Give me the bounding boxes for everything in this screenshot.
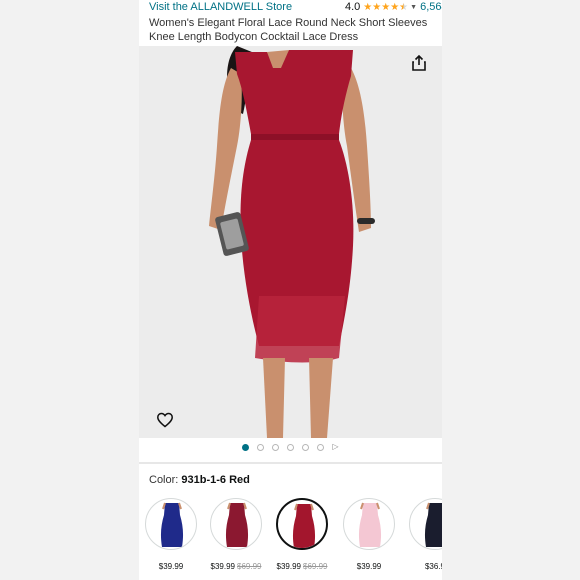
color-swatch[interactable]: $39.99 $69.99 bbox=[208, 498, 264, 571]
product-image[interactable] bbox=[139, 46, 442, 438]
pagination-dot[interactable] bbox=[272, 443, 280, 451]
swatch-price: $39.99 bbox=[143, 562, 199, 571]
color-swatch[interactable]: $39.99 bbox=[143, 498, 199, 571]
swatch-price: $39.99 $69.99 bbox=[208, 562, 264, 571]
star-icon: ★ bbox=[381, 1, 391, 13]
swatch-thumbnail bbox=[210, 498, 262, 550]
rating-summary[interactable]: 4.0 ★ ★ ★ ★ ★ ▼ 6,564 bbox=[345, 1, 442, 13]
swatch-price: $39.99 bbox=[341, 562, 397, 571]
image-pagination: ▷ bbox=[139, 441, 442, 453]
swatch-original-price: $69.99 bbox=[303, 562, 328, 571]
half-star-icon: ★ bbox=[399, 1, 409, 13]
swatch-current-price: $39.99 bbox=[356, 562, 382, 571]
color-label: Color: bbox=[149, 474, 179, 486]
dress-photo bbox=[209, 46, 375, 438]
star-rating: ★ ★ ★ ★ ★ bbox=[363, 2, 408, 13]
divider bbox=[139, 462, 442, 464]
swatch-price: $36.9 bbox=[407, 562, 442, 571]
review-count-link[interactable]: 6,564 bbox=[420, 1, 442, 13]
color-swatch[interactable]: $36.9 bbox=[407, 498, 442, 571]
swatch-current-price: $36.9 bbox=[424, 562, 442, 571]
swatch-current-price: $39.99 bbox=[276, 562, 301, 571]
share-button[interactable] bbox=[410, 54, 428, 72]
pagination-dot[interactable] bbox=[287, 443, 295, 451]
swatch-thumbnail bbox=[145, 498, 197, 550]
swatch-thumbnail bbox=[409, 498, 442, 550]
pagination-dot[interactable] bbox=[242, 443, 250, 451]
pagination-dot[interactable] bbox=[302, 443, 310, 451]
selected-color-value: 931b-1-6 Red bbox=[181, 474, 250, 486]
product-title: Women's Elegant Floral Lace Round Neck S… bbox=[149, 17, 428, 43]
swatch-original-price: $69.99 bbox=[237, 562, 262, 571]
color-swatch[interactable]: $39.99 $69.99 bbox=[274, 498, 330, 571]
swatch-current-price: $39.99 bbox=[210, 562, 235, 571]
pagination-dot[interactable] bbox=[317, 443, 325, 451]
rating-value: 4.0 bbox=[345, 1, 361, 13]
star-icon: ★ bbox=[363, 1, 373, 13]
chevron-down-icon: ▼ bbox=[410, 3, 418, 11]
color-selection-label: Color: 931b-1-6 Red bbox=[149, 474, 250, 486]
share-icon bbox=[412, 54, 426, 71]
product-page: Visit the ALLANDWELL Store 4.0 ★ ★ ★ ★ ★… bbox=[139, 0, 442, 580]
star-icon: ★ bbox=[390, 1, 400, 13]
store-link[interactable]: Visit the ALLANDWELL Store bbox=[149, 1, 292, 13]
swatch-thumbnail bbox=[276, 498, 328, 550]
swatch-price: $39.99 $69.99 bbox=[274, 562, 330, 571]
wishlist-button[interactable] bbox=[156, 411, 174, 429]
swatch-current-price: $39.99 bbox=[158, 562, 184, 571]
star-icon: ★ bbox=[372, 1, 382, 13]
color-swatch[interactable]: $39.99 bbox=[341, 498, 397, 571]
swatch-thumbnail bbox=[343, 498, 395, 550]
color-swatch-row: $39.99 $39.99 $69.99 $39.99 $69.99 $39.99 $36.… bbox=[139, 498, 442, 580]
play-icon[interactable]: ▷ bbox=[332, 443, 338, 451]
heart-icon bbox=[157, 412, 173, 428]
pagination-dot[interactable] bbox=[257, 443, 265, 451]
